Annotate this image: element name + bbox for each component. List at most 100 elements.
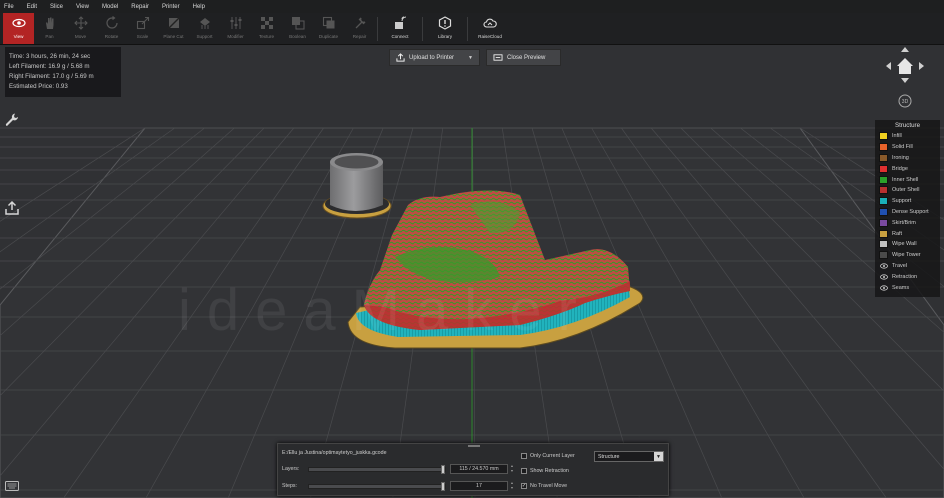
legend-color-swatch[interactable] [879,132,888,141]
toolbar-duplicate-button[interactable]: Duplicate [313,13,344,44]
legend-item-infill[interactable]: Infill [879,131,936,142]
toolbar-texture-button[interactable]: Texture [251,13,282,44]
toolbar-label: Boolean [289,34,306,39]
toolbar-scale-button[interactable]: Scale [127,13,158,44]
upload-dropdown-icon[interactable]: ▼ [468,55,473,61]
legend-toggle-seams[interactable]: Seams [879,282,936,293]
toolbar-label: Modifier [227,34,244,39]
legend-item-label: Dense Support [892,208,929,215]
legend-color-swatch[interactable] [879,197,888,206]
menu-printer[interactable]: Printer [162,4,180,10]
toolbar-repair-button[interactable]: Repair [344,13,375,44]
close-preview-icon [493,53,503,62]
legend-item-ironing[interactable]: Ironing [879,153,936,164]
toolbar-raisecloud-button[interactable]: RaiseCloud [470,13,510,44]
upload-to-printer-button[interactable]: Upload to Printer ▼ [389,49,480,66]
show-retraction-checkbox[interactable] [521,468,527,474]
eye-icon[interactable] [879,274,888,280]
legend-color-swatch[interactable] [879,240,888,249]
legend-item-inner-shell[interactable]: Inner Shell [879,174,936,185]
layers-label: Layers: [282,466,300,472]
toolbar-rotate-button[interactable]: Rotate [96,13,127,44]
legend-item-label: Solid Fill [892,144,913,151]
toolbar-connect-button[interactable]: Connect [380,13,420,44]
no-travel-move-option[interactable]: ✓ No Travel Move [521,483,567,489]
3d-viewport[interactable]: ideaMaker [0,45,944,498]
connect-icon [393,16,407,30]
legend-item-dense-support[interactable]: Dense Support [879,207,936,218]
toolbar-boolean-button[interactable]: Boolean [282,13,313,44]
toolbar-label: RaiseCloud [478,34,502,39]
nav-left-icon[interactable] [886,62,891,70]
menu-model[interactable]: Model [102,4,118,10]
wrench-icon[interactable] [4,112,20,128]
layers-slider[interactable] [308,464,446,474]
menu-edit[interactable]: Edit [27,4,37,10]
no-travel-move-checkbox[interactable]: ✓ [521,483,527,489]
only-current-layer-checkbox[interactable] [521,453,527,459]
legend-color-swatch[interactable] [879,218,888,227]
steps-slider[interactable] [308,481,446,491]
modifier-icon [229,16,243,30]
svg-text:3D: 3D [902,99,909,105]
eye-icon[interactable] [879,284,888,291]
legend-item-solid-fill[interactable]: Solid Fill [879,142,936,153]
legend-item-label: Wipe Wall [892,241,917,248]
legend-color-swatch[interactable] [879,175,888,184]
toolbar-pan-button[interactable]: Pan [34,13,65,44]
legend-item-skirt-brim[interactable]: Skirt/Brim [879,217,936,228]
menu-repair[interactable]: Repair [131,4,149,10]
chevron-down-icon[interactable]: ▼ [654,452,663,461]
panel-grip[interactable] [468,445,480,447]
nav-up-icon[interactable] [901,47,909,52]
legend-item-support[interactable]: Support [879,196,936,207]
legend-color-swatch[interactable] [879,143,888,152]
menu-view[interactable]: View [76,4,89,10]
legend-color-swatch[interactable] [879,207,888,216]
view-navigation: 3D [884,45,926,111]
menu-help[interactable]: Help [193,4,205,10]
close-preview-button[interactable]: Close Preview [486,49,561,66]
home-view-icon[interactable] [897,58,913,74]
view-mode-select[interactable]: Structure ▼ [594,451,664,462]
toolbar-view-button[interactable]: View [3,13,34,44]
steps-slider-thumb[interactable] [440,481,445,491]
hand-icon [43,16,57,30]
legend-toggle-retraction[interactable]: Retraction [879,271,936,282]
menu-slice[interactable]: Slice [50,4,63,10]
steps-spinner[interactable]: ▲ ▼ [509,481,515,491]
legend-item-raft[interactable]: Raft [879,228,936,239]
eye-icon[interactable] [879,263,888,269]
legend-color-swatch[interactable] [879,251,888,260]
toolbar-plane-cut-button[interactable]: Plane Cut [158,13,189,44]
only-current-layer-option[interactable]: Only Current Layer [521,453,575,459]
legend-color-swatch[interactable] [879,164,888,173]
legend-item-wipe-wall[interactable]: Wipe Wall [879,239,936,250]
show-retraction-option[interactable]: Show Retraction [521,468,569,474]
toolbar-move-button[interactable]: Move [65,13,96,44]
legend-item-bridge[interactable]: Bridge [879,163,936,174]
steps-value-field[interactable]: 17 [450,481,508,491]
print-bed-scene [0,127,944,498]
nav-right-icon[interactable] [919,62,924,70]
legend-item-outer-shell[interactable]: Outer Shell [879,185,936,196]
legend-color-swatch[interactable] [879,153,888,162]
toolbar-library-button[interactable]: Library [425,13,465,44]
layers-spinner[interactable]: ▲ ▼ [509,464,515,474]
menu-file[interactable]: File [4,4,14,10]
legend-item-wipe-tower[interactable]: Wipe Tower [879,250,936,261]
legend-toggle-travel[interactable]: Travel [879,261,936,272]
legend-item-label: Inner Shell [892,176,919,183]
layers-value-field[interactable]: 115 / 24.570 mm [450,464,508,474]
toolbar-modifier-button[interactable]: Modifier [220,13,251,44]
nav-down-icon[interactable] [901,78,909,83]
keyboard-icon[interactable] [5,478,19,496]
layers-slider-thumb[interactable] [440,464,445,474]
export-icon[interactable] [4,200,20,216]
legend-color-swatch[interactable] [879,186,888,195]
toolbar-label: Library [437,34,453,39]
main-toolbar: View Pan Move Rotate Scale Plane Cut Support Mo… [0,13,944,45]
texture-icon [260,16,274,30]
legend-color-swatch[interactable] [879,229,888,238]
toolbar-support-button[interactable]: Support [189,13,220,44]
